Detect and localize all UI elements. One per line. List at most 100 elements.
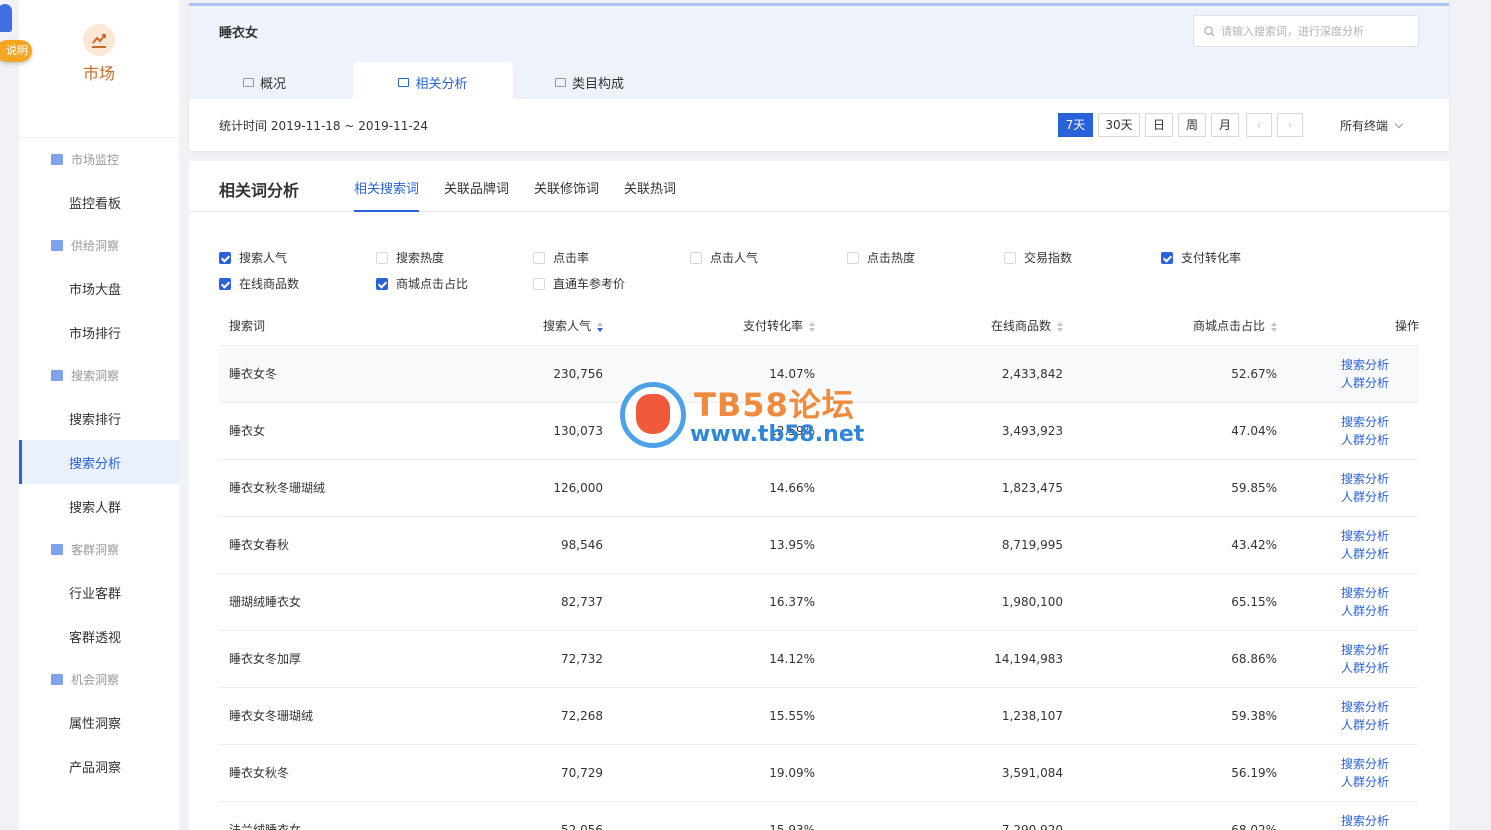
period-7d[interactable]: 7天 <box>1058 113 1093 137</box>
col-online-items[interactable]: 在线商品数 <box>815 307 1063 345</box>
sidebar-item[interactable]: 搜索排行 <box>19 396 179 440</box>
cell-online-items: 1,823,475 <box>815 458 1063 516</box>
sidebar-group: 客群洞察 <box>19 528 179 570</box>
chevron-right-icon: › <box>1287 118 1293 132</box>
sidebar-item[interactable]: 客群透视 <box>19 614 179 658</box>
tab-category-composition[interactable]: 类目构成 <box>555 62 665 102</box>
search-analysis-link[interactable]: 搜索分析 <box>1277 755 1389 773</box>
sidebar-item[interactable]: 市场大盘 <box>19 266 179 310</box>
cell-conversion: 13.95% <box>603 515 815 573</box>
checkbox-icon[interactable] <box>533 277 545 290</box>
crowd-analysis-link[interactable]: 人群分析 <box>1277 773 1389 791</box>
cell-online-items: 1,980,100 <box>815 572 1063 630</box>
metric-label: 支付转化率 <box>1181 251 1242 265</box>
metric-checkbox[interactable]: 商城点击占比 <box>376 275 468 292</box>
metric-checkbox[interactable]: 点击热度 <box>847 249 915 266</box>
sort-icon[interactable] <box>809 321 815 332</box>
subtab-related-search-words[interactable]: 相关搜索词 <box>354 178 420 212</box>
bag-icon <box>243 77 254 87</box>
search-analysis-link[interactable]: 搜索分析 <box>1277 641 1389 659</box>
subtab-brand-words[interactable]: 关联品牌词 <box>444 178 509 212</box>
metric-checkbox[interactable]: 直通车参考价 <box>533 275 625 292</box>
sort-icon[interactable] <box>1057 321 1063 332</box>
search-analysis-link[interactable]: 搜索分析 <box>1277 527 1389 545</box>
metric-checkbox[interactable]: 搜索人气 <box>219 249 287 266</box>
tab-related-analysis[interactable]: 相关分析 <box>353 62 513 102</box>
checkbox-icon[interactable] <box>219 277 231 290</box>
help-label[interactable]: 说明 <box>0 40 32 62</box>
metric-checkbox[interactable]: 在线商品数 <box>219 275 299 292</box>
table-row: 睡衣女秋冬珊瑚绒 126,000 14.66% 1,823,475 59.85% 搜索分析… <box>219 458 1419 516</box>
search-analysis-link[interactable]: 搜索分析 <box>1277 812 1389 830</box>
col-mall-click-share[interactable]: 商城点击占比 <box>1063 307 1277 345</box>
sort-icon[interactable] <box>597 321 603 332</box>
search-input[interactable] <box>1221 24 1411 38</box>
search-analysis-link[interactable]: 搜索分析 <box>1277 413 1389 431</box>
table-header-row: 搜索词 搜索人气 支付转化率 在线商品数 商城点击占比 操作 <box>219 307 1419 345</box>
subtab-hot-words[interactable]: 关联热词 <box>624 178 676 212</box>
checkbox-icon[interactable] <box>376 251 388 264</box>
help-badge[interactable]: 说明 <box>0 0 36 64</box>
checkbox-icon[interactable] <box>1004 251 1016 264</box>
sidebar-item[interactable]: 行业客群 <box>19 570 179 614</box>
metric-checkbox[interactable]: 交易指数 <box>1004 249 1072 266</box>
table-row: 睡衣女冬 230,756 14.07% 2,433,842 52.67% 搜索分析 人群分析 <box>219 344 1419 402</box>
crowd-analysis-link[interactable]: 人群分析 <box>1277 545 1389 563</box>
sidebar-item[interactable]: 搜索分析 <box>19 440 179 484</box>
period-month[interactable]: 月 <box>1211 113 1239 137</box>
search-analysis-link[interactable]: 搜索分析 <box>1277 584 1389 602</box>
cell-search-word: 睡衣女春秋 <box>219 515 459 573</box>
metric-checkbox[interactable]: 支付转化率 <box>1161 249 1241 266</box>
checkbox-icon[interactable] <box>1161 251 1173 264</box>
checkbox-icon[interactable] <box>847 251 859 264</box>
sidebar-group-label: 机会洞察 <box>71 672 120 687</box>
search-analysis-link[interactable]: 搜索分析 <box>1277 698 1389 716</box>
sidebar-item[interactable]: 产品洞察 <box>19 744 179 788</box>
bag-icon <box>555 77 566 87</box>
cell-actions: 搜索分析人群分析 <box>1277 629 1419 687</box>
sidebar-item[interactable]: 搜索人群 <box>19 484 179 528</box>
period-day[interactable]: 日 <box>1145 113 1173 137</box>
crowd-analysis-link[interactable]: 人群分析 <box>1277 374 1389 392</box>
subtab-modifier-words[interactable]: 关联修饰词 <box>534 178 599 212</box>
period-30d[interactable]: 30天 <box>1098 113 1140 137</box>
crowd-analysis-link[interactable]: 人群分析 <box>1277 431 1389 449</box>
crowd-analysis-link[interactable]: 人群分析 <box>1277 716 1389 734</box>
panel-header: 相关词分析 相关搜索词 关联品牌词 关联修饰词 关联热词 <box>189 161 1449 212</box>
prev-period-button[interactable]: ‹ <box>1246 113 1272 137</box>
keyword-search[interactable] <box>1193 15 1419 47</box>
sidebar-item[interactable]: 属性洞察 <box>19 700 179 744</box>
cell-conversion: 14.07% <box>603 344 815 402</box>
col-popularity[interactable]: 搜索人气 <box>459 307 603 345</box>
checkbox-icon[interactable] <box>376 277 388 290</box>
building-icon <box>51 153 63 165</box>
metric-checkbox[interactable]: 搜索热度 <box>376 249 444 266</box>
cell-actions: 搜索分析人群分析 <box>1277 743 1419 801</box>
cell-mall-click-share: 68.02% <box>1063 800 1277 830</box>
metric-checkbox[interactable]: 点击人气 <box>690 249 758 266</box>
metric-checkbox[interactable]: 点击率 <box>533 249 589 266</box>
sidebar-item[interactable]: 市场排行 <box>19 310 179 354</box>
bag-icon <box>398 77 410 87</box>
checkbox-icon[interactable] <box>533 251 545 264</box>
metric-label: 点击率 <box>553 251 590 265</box>
period-week[interactable]: 周 <box>1178 113 1206 137</box>
tab-overview[interactable]: 概况 <box>243 62 353 102</box>
sidebar-item[interactable]: 监控看板 <box>19 180 179 224</box>
keyword-header-panel: 睡衣女 概况 相关分析 类目构成 统计时间 2019-11-18 ~ 2019-… <box>189 3 1449 151</box>
crowd-analysis-link[interactable]: 人群分析 <box>1277 602 1389 620</box>
col-conversion[interactable]: 支付转化率 <box>603 307 815 345</box>
crowd-analysis-link[interactable]: 人群分析 <box>1277 488 1389 506</box>
date-filter-row: 统计时间 2019-11-18 ~ 2019-11-24 7天 30天 日 周 … <box>189 102 1449 148</box>
metric-label: 搜索人气 <box>239 251 288 265</box>
crowd-analysis-link[interactable]: 人群分析 <box>1277 659 1389 677</box>
next-period-button[interactable]: › <box>1277 113 1303 137</box>
sort-icon[interactable] <box>1271 321 1277 332</box>
checkbox-icon[interactable] <box>690 251 702 264</box>
search-analysis-link[interactable]: 搜索分析 <box>1277 356 1389 374</box>
terminal-select[interactable]: 所有终端 <box>1340 117 1404 134</box>
cell-conversion: 16.37% <box>603 572 815 630</box>
search-analysis-link[interactable]: 搜索分析 <box>1277 470 1389 488</box>
cell-conversion: 15.55% <box>603 686 815 744</box>
checkbox-icon[interactable] <box>219 251 231 264</box>
